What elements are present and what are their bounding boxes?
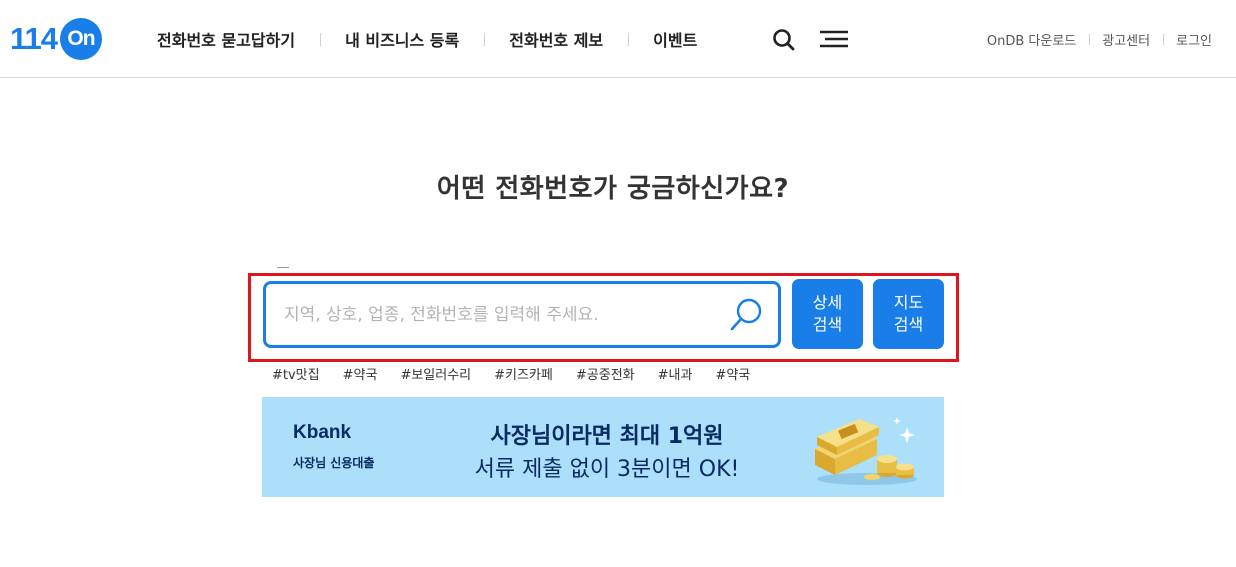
tag-link[interactable]: #tv맛집 bbox=[272, 364, 320, 383]
utility-links: OnDB 다운로드 광고센터 로그인 bbox=[974, 0, 1212, 78]
tag-link[interactable]: #약국 bbox=[343, 364, 378, 383]
hamburger-menu-icon[interactable] bbox=[820, 27, 848, 53]
detail-search-label-1: 상세 bbox=[812, 293, 843, 312]
page-headline: 어떤 전화번호가 궁금하신가요? bbox=[436, 174, 790, 204]
nav-item-business-register[interactable]: 내 비즈니스 등록 bbox=[320, 27, 484, 51]
divider bbox=[277, 267, 289, 268]
nav-item-qna[interactable]: 전화번호 묻고답하기 bbox=[132, 27, 320, 51]
logo-on-circle: On bbox=[60, 18, 103, 60]
login-link[interactable]: 로그인 bbox=[1163, 30, 1212, 49]
popular-tags: #tv맛집 #약국 #보일러수리 #키즈카페 #공중전화 #내과 #약국 bbox=[272, 364, 773, 383]
magnifier-icon[interactable] bbox=[728, 296, 766, 334]
map-search-label-1: 지도 bbox=[893, 293, 924, 312]
ad-center-link[interactable]: 광고센터 bbox=[1089, 30, 1163, 49]
banner-body: 서류 제출 없이 3분이면 OK! bbox=[474, 457, 740, 482]
search-icon[interactable] bbox=[771, 27, 797, 53]
search-box bbox=[263, 281, 781, 348]
banner-headline: 사장님이라면 최대 1억원 bbox=[490, 424, 724, 449]
map-search-label-2: 검색 bbox=[893, 315, 924, 334]
map-search-button[interactable]: 지도 검색 bbox=[873, 279, 944, 349]
tag-link[interactable]: #공중전화 bbox=[576, 364, 635, 383]
logo-number: 114 bbox=[10, 21, 58, 56]
logo-114on[interactable]: 114 On bbox=[10, 18, 103, 60]
kbank-ad-banner[interactable]: Kbank 사장님 신용대출 사장님이라면 최대 1억원 서류 제출 없이 3분… bbox=[262, 397, 944, 497]
tag-link[interactable]: #약국 bbox=[715, 364, 750, 383]
ondb-download-link[interactable]: OnDB 다운로드 bbox=[974, 30, 1089, 49]
tag-link[interactable]: #키즈카페 bbox=[494, 364, 553, 383]
main-nav: 전화번호 묻고답하기 내 비즈니스 등록 전화번호 제보 이벤트 bbox=[132, 0, 722, 78]
detail-search-label-2: 검색 bbox=[812, 315, 843, 334]
nav-item-number-report[interactable]: 전화번호 제보 bbox=[484, 27, 628, 51]
search-input[interactable] bbox=[284, 284, 714, 345]
money-stack-icon bbox=[807, 409, 927, 489]
nav-item-event[interactable]: 이벤트 bbox=[628, 27, 722, 51]
detail-search-button[interactable]: 상세 검색 bbox=[792, 279, 863, 349]
banner-subtitle: 사장님 신용대출 bbox=[293, 456, 375, 470]
banner-brand: Kbank bbox=[293, 422, 352, 443]
site-header: 114 On 전화번호 묻고답하기 내 비즈니스 등록 전화번호 제보 이벤트 … bbox=[0, 0, 1236, 78]
tag-link[interactable]: #보일러수리 bbox=[400, 364, 471, 383]
tag-link[interactable]: #내과 bbox=[658, 364, 693, 383]
